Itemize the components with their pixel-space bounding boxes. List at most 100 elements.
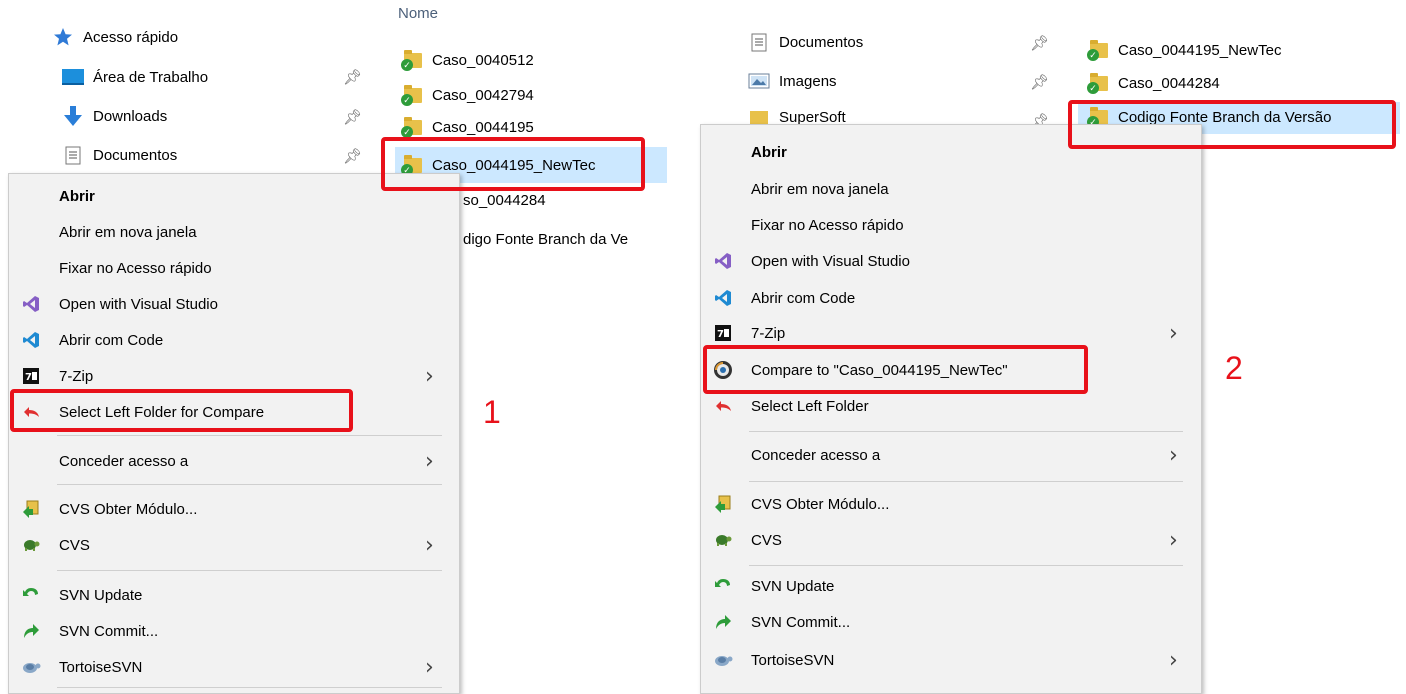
visual-studio-icon bbox=[21, 294, 41, 314]
nav-documents[interactable]: Documentos bbox=[748, 33, 863, 51]
star-icon bbox=[52, 28, 74, 46]
vscode-icon bbox=[21, 330, 41, 350]
turtle-icon bbox=[21, 535, 41, 555]
highlight-box bbox=[381, 137, 645, 191]
undo-arrow-icon bbox=[713, 396, 733, 416]
svg-text:7: 7 bbox=[717, 329, 724, 340]
menu-item-open-new-window[interactable]: Abrir em nova janela bbox=[701, 171, 1201, 207]
chevron-right-icon: › bbox=[425, 363, 434, 389]
menu-item-svn-commit[interactable]: SVN Commit... bbox=[701, 604, 1201, 640]
chevron-right-icon: › bbox=[425, 532, 434, 558]
file-name: so_0044284 bbox=[463, 192, 546, 209]
menu-item-svn-update[interactable]: SVN Update bbox=[9, 577, 459, 613]
context-menu: Abrir Abrir em nova janela Fixar no Aces… bbox=[700, 124, 1202, 694]
nav-quick-access[interactable]: Acesso rápido bbox=[52, 28, 178, 46]
file-item[interactable]: ✓ Caso_0042794 bbox=[401, 85, 534, 106]
menu-separator bbox=[749, 431, 1183, 432]
menu-separator bbox=[57, 687, 442, 688]
menu-item-tortoisesvn[interactable]: TortoiseSVN › bbox=[701, 642, 1201, 678]
desktop-icon bbox=[62, 68, 84, 86]
menu-item-open-visual-studio[interactable]: Open with Visual Studio bbox=[701, 243, 1201, 279]
svg-text:7: 7 bbox=[25, 372, 32, 383]
nav-label: Acesso rápido bbox=[83, 28, 179, 46]
menu-separator bbox=[57, 570, 442, 571]
menu-item-open-new-window[interactable]: Abrir em nova janela bbox=[9, 214, 459, 250]
cvs-checkout-icon bbox=[713, 494, 733, 514]
nav-images[interactable]: Imagens bbox=[748, 72, 837, 90]
pin-icon[interactable]: 📌︎ bbox=[1030, 34, 1049, 52]
folder-synced-icon: ✓ bbox=[401, 50, 422, 71]
tortoisesvn-icon bbox=[713, 650, 733, 670]
menu-item-pin-quick-access[interactable]: Fixar no Acesso rápido bbox=[9, 250, 459, 286]
cvs-checkout-icon bbox=[21, 499, 41, 519]
download-icon bbox=[62, 106, 84, 126]
folder-synced-icon: ✓ bbox=[1087, 73, 1108, 94]
file-name: Caso_0044195 bbox=[432, 119, 534, 136]
highlight-box bbox=[703, 345, 1088, 394]
file-name: Caso_0040512 bbox=[432, 52, 534, 69]
menu-item-cvs-checkout[interactable]: CVS Obter Módulo... bbox=[9, 491, 459, 527]
menu-item-pin-quick-access[interactable]: Fixar no Acesso rápido bbox=[701, 207, 1201, 243]
nav-label: Downloads bbox=[93, 107, 168, 125]
pin-icon[interactable]: 📌︎ bbox=[343, 108, 362, 126]
menu-item-cvs[interactable]: CVS › bbox=[9, 527, 459, 563]
nav-supersoft[interactable]: SuperSoft bbox=[748, 111, 846, 124]
file-item[interactable]: so_0044284 bbox=[463, 192, 546, 209]
menu-item-cvs-checkout[interactable]: CVS Obter Módulo... bbox=[701, 486, 1201, 522]
pin-icon[interactable]: 📌︎ bbox=[343, 68, 362, 86]
7zip-icon: 7 bbox=[713, 323, 733, 343]
file-name: Caso_0042794 bbox=[432, 87, 534, 104]
nav-label: Documentos bbox=[93, 146, 178, 164]
file-item[interactable]: ✓ Caso_0044195 bbox=[401, 117, 534, 138]
menu-item-grant-access[interactable]: Conceder acesso a › bbox=[9, 443, 459, 479]
documents-icon bbox=[62, 146, 84, 164]
menu-item-open-visual-studio[interactable]: Open with Visual Studio bbox=[9, 286, 459, 322]
chevron-right-icon: › bbox=[1169, 527, 1178, 553]
folder-synced-icon: ✓ bbox=[401, 85, 422, 106]
menu-item-tortoisesvn[interactable]: TortoiseSVN › bbox=[9, 649, 459, 685]
folder-synced-icon: ✓ bbox=[401, 117, 422, 138]
chevron-right-icon: › bbox=[1169, 647, 1178, 673]
menu-item-open-code[interactable]: Abrir com Code bbox=[9, 322, 459, 358]
file-name: Caso_0044195_NewTec bbox=[1118, 42, 1282, 59]
file-name: Caso_0044284 bbox=[1118, 75, 1220, 92]
chevron-right-icon: › bbox=[425, 448, 434, 474]
folder-synced-icon: ✓ bbox=[1087, 40, 1108, 61]
column-header-name[interactable]: Nome bbox=[398, 5, 438, 22]
tortoisesvn-icon bbox=[21, 657, 41, 677]
documents-icon bbox=[748, 33, 770, 51]
pin-icon[interactable]: 📌︎ bbox=[1030, 73, 1049, 91]
folder-icon bbox=[748, 111, 770, 124]
turtle-icon bbox=[713, 530, 733, 550]
menu-item-open-code[interactable]: Abrir com Code bbox=[701, 280, 1201, 316]
svn-update-icon bbox=[21, 585, 41, 605]
menu-separator bbox=[57, 484, 442, 485]
step-number: 1 bbox=[483, 394, 501, 430]
file-item[interactable]: ✓ Caso_0040512 bbox=[401, 50, 534, 71]
highlight-box bbox=[10, 389, 353, 432]
nav-label: Documentos bbox=[779, 33, 864, 51]
file-item[interactable]: digo Fonte Branch da Ve bbox=[463, 231, 663, 248]
context-menu: Abrir Abrir em nova janela Fixar no Aces… bbox=[8, 173, 460, 694]
vscode-icon bbox=[713, 288, 733, 308]
7zip-icon: 7 bbox=[21, 366, 41, 386]
nav-label: Área de Trabalho bbox=[93, 68, 209, 86]
pin-icon[interactable]: 📌︎ bbox=[343, 147, 362, 165]
menu-item-grant-access[interactable]: Conceder acesso a › bbox=[701, 437, 1201, 473]
file-item[interactable]: ✓ Caso_0044195_NewTec bbox=[1087, 40, 1282, 61]
highlight-box bbox=[1068, 100, 1396, 149]
nav-desktop[interactable]: Área de Trabalho bbox=[62, 68, 208, 86]
file-item[interactable]: ✓ Caso_0044284 bbox=[1087, 73, 1220, 94]
step-number: 2 bbox=[1225, 350, 1243, 386]
menu-separator bbox=[749, 481, 1183, 482]
chevron-right-icon: › bbox=[1169, 442, 1178, 468]
menu-item-svn-update[interactable]: SVN Update bbox=[701, 568, 1201, 604]
visual-studio-icon bbox=[713, 251, 733, 271]
pin-icon[interactable]: 📌︎ bbox=[1030, 112, 1049, 124]
menu-item-svn-commit[interactable]: SVN Commit... bbox=[9, 613, 459, 649]
nav-downloads[interactable]: Downloads bbox=[62, 106, 168, 126]
svn-commit-icon bbox=[21, 621, 41, 641]
nav-documents[interactable]: Documentos bbox=[62, 146, 177, 164]
menu-item-cvs[interactable]: CVS › bbox=[701, 522, 1201, 558]
file-name: digo Fonte Branch da Ve bbox=[463, 231, 629, 248]
